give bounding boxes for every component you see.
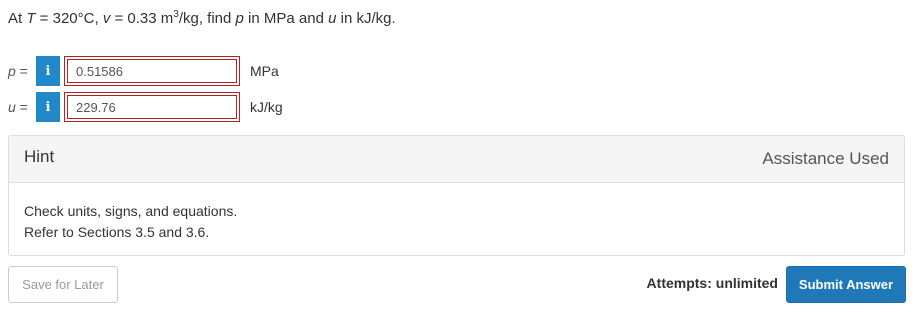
answer-label-u: u = bbox=[8, 99, 36, 115]
answer-unit-u: kJ/kg bbox=[250, 99, 283, 115]
answer-row-p: p = i 0.51586 MPa bbox=[8, 56, 279, 86]
hint-body: Check units, signs, and equations. Refer… bbox=[9, 183, 904, 243]
answer-eq-u: = bbox=[15, 99, 28, 115]
answer-eq-p: = bbox=[15, 63, 28, 79]
assistance-used-label: Assistance Used bbox=[762, 149, 889, 168]
volume-unit-tail: /kg, find bbox=[178, 10, 236, 27]
var-p: p bbox=[235, 10, 244, 27]
question-text: At T = 320°C, v = 0.33 m3/kg, find p in … bbox=[8, 9, 396, 27]
info-icon[interactable]: i bbox=[36, 56, 60, 86]
answer-input-u[interactable]: 229.76 bbox=[67, 95, 237, 119]
var-T: T bbox=[26, 10, 36, 27]
answer-var-p: p bbox=[8, 63, 16, 79]
answer-input-p-wrapper: 0.51586 bbox=[64, 56, 240, 86]
save-for-later-button[interactable]: Save for Later bbox=[8, 266, 118, 303]
submit-answer-button[interactable]: Submit Answer bbox=[786, 266, 906, 303]
volume-text: = 0.33 m bbox=[110, 10, 174, 27]
answer-input-p[interactable]: 0.51586 bbox=[67, 59, 237, 83]
hint-panel: Hint Assistance Used Check units, signs,… bbox=[8, 135, 905, 256]
hint-line: Check units, signs, and equations. bbox=[24, 203, 238, 219]
temperature-text: = 320°C, bbox=[35, 10, 103, 27]
hint-title[interactable]: Hint bbox=[24, 147, 54, 167]
question-suffix: in kJ/kg. bbox=[336, 10, 396, 27]
question-mid: in MPa and bbox=[243, 10, 329, 27]
hint-header[interactable]: Hint Assistance Used bbox=[9, 136, 904, 183]
hint-line: Refer to Sections 3.5 and 3.6. bbox=[24, 224, 210, 240]
attempts-label: Attempts: unlimited bbox=[646, 275, 778, 291]
question-prefix: At bbox=[8, 10, 27, 27]
answer-input-u-wrapper: 229.76 bbox=[64, 92, 240, 122]
info-icon[interactable]: i bbox=[36, 92, 60, 122]
answer-var-u: u bbox=[8, 99, 16, 115]
answer-unit-p: MPa bbox=[250, 63, 279, 79]
answer-row-u: u = i 229.76 kJ/kg bbox=[8, 92, 283, 122]
answer-label-p: p = bbox=[8, 63, 36, 79]
